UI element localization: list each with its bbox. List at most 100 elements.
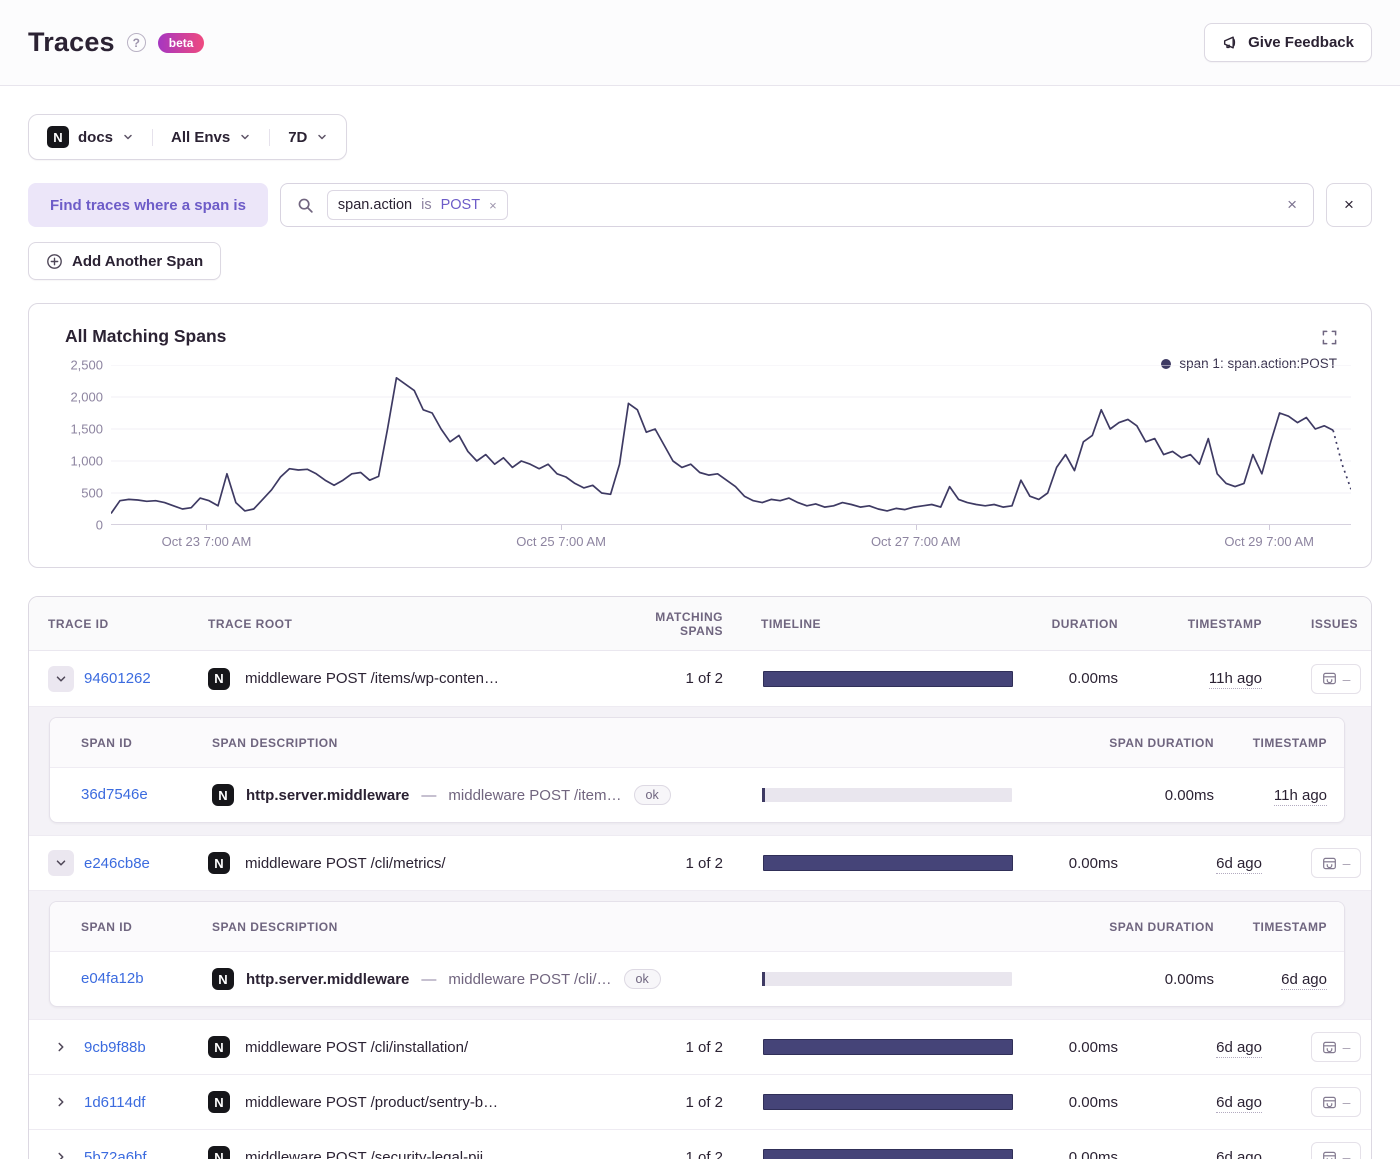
expand-trace-button[interactable] <box>48 1144 74 1159</box>
chevron-down-icon <box>316 131 328 143</box>
trace-row: e246cb8e N middleware POST /cli/metrics/… <box>29 835 1371 890</box>
trace-root-text: middleware POST /product/sentry-b… <box>245 1093 499 1111</box>
trace-id-link[interactable]: 5b72a6bf <box>84 1149 147 1159</box>
clear-search-icon[interactable]: × <box>1287 195 1297 215</box>
y-tick-label: 2,000 <box>70 389 103 405</box>
trace-root-text: middleware POST /items/wp-conten… <box>245 670 499 687</box>
y-tick-label: 500 <box>81 485 103 501</box>
chart-x-axis: Oct 23 7:00 AM Oct 25 7:00 AM Oct 27 7:00 … <box>111 525 1351 553</box>
issues-button[interactable]: – <box>1311 1142 1361 1159</box>
span-description-text: middleware POST /cli/… <box>448 970 612 988</box>
project-filter[interactable]: N docs <box>29 126 152 148</box>
status-badge: ok <box>623 969 661 989</box>
trace-row: 1d6114df N middleware POST /product/sent… <box>29 1074 1371 1129</box>
traces-page: Traces ? beta Give Feedback N docs All E… <box>0 0 1400 1159</box>
nextjs-icon: N <box>47 126 69 148</box>
environment-filter[interactable]: All Envs <box>152 128 269 146</box>
give-feedback-label: Give Feedback <box>1248 34 1354 51</box>
search-icon <box>297 197 314 214</box>
col-span-id: SPAN ID <box>81 919 133 934</box>
trace-id-link[interactable]: 94601262 <box>84 670 151 687</box>
page-title: Traces <box>28 27 115 57</box>
remove-token-icon[interactable]: × <box>489 198 497 213</box>
fullscreen-icon[interactable] <box>1322 330 1337 345</box>
filter-bar: N docs All Envs 7D <box>28 114 348 160</box>
span-id-link[interactable]: e04fa12b <box>81 970 144 987</box>
give-feedback-button[interactable]: Give Feedback <box>1204 23 1372 62</box>
trace-timestamp[interactable]: 6d ago <box>1216 1038 1262 1058</box>
x-tick-label: Oct 29 7:00 AM <box>1224 534 1314 549</box>
chart-body: 0 500 1,000 1,500 2,000 2,500 <box>49 358 1351 533</box>
date-range-filter[interactable]: 7D <box>269 128 346 146</box>
span-search-row: Find traces where a span is span.action … <box>28 183 1372 227</box>
timeline-bar[interactable] <box>763 670 1013 687</box>
span-duration: 0.00ms <box>1164 970 1214 988</box>
date-range-label: 7D <box>288 128 308 146</box>
span-timestamp[interactable]: 6d ago <box>1281 970 1327 990</box>
span-search-input[interactable]: span.action is POST × × <box>279 183 1314 227</box>
nextjs-icon: N <box>212 784 234 806</box>
col-timeline: TIMELINE <box>761 616 821 631</box>
trace-id-link[interactable]: 1d6114df <box>84 1094 145 1111</box>
span-id-link[interactable]: 36d7546e <box>81 786 148 803</box>
timeline-bar[interactable] <box>763 855 1013 871</box>
issues-empty-dash: – <box>1342 670 1351 687</box>
span-timestamp[interactable]: 11h ago <box>1273 786 1327 806</box>
project-filter-label: docs <box>78 128 114 146</box>
token-value[interactable]: POST <box>441 197 480 213</box>
timeline-bar[interactable] <box>763 1094 1013 1110</box>
issues-button[interactable]: – <box>1311 1087 1361 1117</box>
chart-plot[interactable] <box>111 365 1351 525</box>
timeline-bar[interactable] <box>763 1039 1013 1055</box>
trace-timestamp[interactable]: 6d ago <box>1216 854 1262 874</box>
separator: — <box>421 970 437 988</box>
expand-trace-button[interactable] <box>48 850 74 876</box>
col-span-description: SPAN DESCRIPTION <box>212 919 338 934</box>
issues-empty-dash: – <box>1342 855 1351 871</box>
span-row: 36d7546e N http.server.middleware — midd… <box>50 768 1344 822</box>
trace-timestamp[interactable]: 11h ago <box>1208 670 1262 689</box>
token-operator[interactable]: is <box>421 197 431 213</box>
span-row: e04fa12b N http.server.middleware — midd… <box>50 952 1344 1006</box>
nextjs-icon: N <box>212 968 234 990</box>
add-another-span-button[interactable]: Add Another Span <box>28 242 222 280</box>
trace-id-link[interactable]: e246cb8e <box>84 855 150 872</box>
issues-button[interactable]: – <box>1311 848 1361 878</box>
trace-id-link[interactable]: 9cb9f88b <box>84 1039 146 1056</box>
traces-table: TRACE ID TRACE ROOT MATCHING SPANS TIMEL… <box>28 596 1372 1159</box>
separator: — <box>421 786 437 804</box>
help-icon[interactable]: ? <box>126 33 146 52</box>
x-tick-mark <box>206 525 208 530</box>
issues-button[interactable]: – <box>1311 663 1361 694</box>
add-another-span-label: Add Another Span <box>72 252 204 270</box>
span-timeline-track[interactable] <box>762 972 1012 986</box>
issues-empty-dash: – <box>1342 1039 1351 1055</box>
search-token[interactable]: span.action is POST × <box>326 190 508 220</box>
traces-table-header: TRACE ID TRACE ROOT MATCHING SPANS TIMEL… <box>29 597 1371 651</box>
span-table: SPAN ID SPAN DESCRIPTION SPAN DURATION T… <box>49 717 1345 823</box>
y-tick-label: 1,500 <box>70 421 103 437</box>
issues-button[interactable]: – <box>1311 1032 1361 1062</box>
timeline-bar[interactable] <box>763 1149 1013 1159</box>
span-table: SPAN ID SPAN DESCRIPTION SPAN DURATION T… <box>49 901 1345 1007</box>
span-timeline-track[interactable] <box>762 788 1012 802</box>
y-tick-label: 0 <box>95 517 103 533</box>
chevron-down-icon <box>122 131 134 143</box>
beta-badge: beta <box>157 32 205 53</box>
y-tick-label: 1,000 <box>70 453 103 469</box>
trace-duration: 0.00ms <box>1068 854 1118 872</box>
x-tick-label: Oct 25 7:00 AM <box>516 534 606 549</box>
chart-y-axis: 0 500 1,000 1,500 2,000 2,500 <box>49 358 111 533</box>
trace-timestamp[interactable]: 6d ago <box>1216 1093 1262 1113</box>
col-trace-root: TRACE ROOT <box>208 616 293 631</box>
add-circle-icon <box>46 253 63 270</box>
nextjs-icon: N <box>208 667 230 690</box>
issues-icon <box>1322 1095 1337 1110</box>
trace-timestamp[interactable]: 6d ago <box>1216 1148 1262 1159</box>
close-search-button[interactable]: × <box>1326 183 1372 227</box>
expand-trace-button[interactable] <box>48 1089 74 1115</box>
span-timeline-tick <box>762 972 765 986</box>
expand-trace-button[interactable] <box>48 665 74 692</box>
nextjs-icon: N <box>208 1036 230 1058</box>
expand-trace-button[interactable] <box>48 1034 74 1060</box>
